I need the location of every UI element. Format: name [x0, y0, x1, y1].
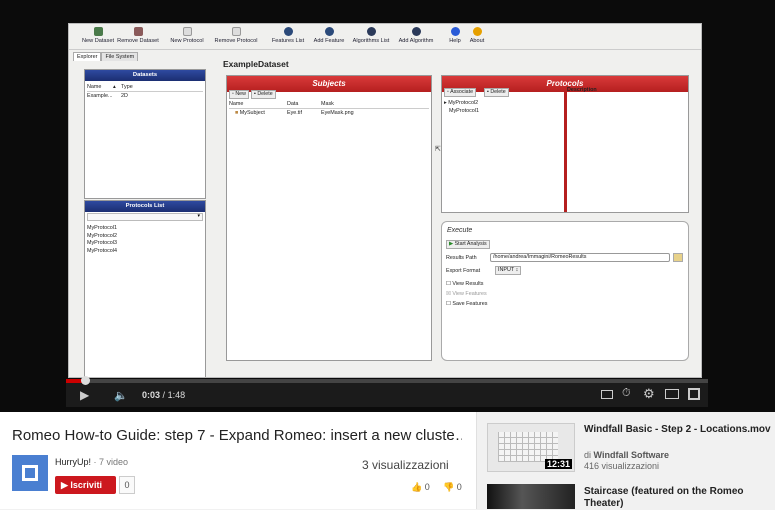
- list-item[interactable]: MyProtocol2: [87, 233, 117, 241]
- toolbar-divider: [69, 49, 701, 50]
- watch-later-icon[interactable]: ⏱: [622, 387, 631, 400]
- related-channel: di Windfall Software: [584, 450, 669, 460]
- theater-mode-icon[interactable]: [665, 389, 679, 399]
- protocols-list: MyProtocol1 MyProtocol2 MyProtocol3 MyPr…: [87, 225, 117, 255]
- view-features-checkbox[interactable]: ☒ View Features: [446, 291, 487, 297]
- delete-subject-button[interactable]: ▪ Delete: [251, 90, 276, 99]
- protocols-panel: Protocols ▫ Associate ▪ Delete ▸ MyProto…: [441, 75, 689, 213]
- results-path-input[interactable]: /home/andrea/Immagini/RomeoResults: [490, 253, 670, 262]
- folder-icon[interactable]: [673, 253, 683, 262]
- progress-bar[interactable]: [66, 379, 708, 383]
- about-button[interactable]: About: [448, 27, 506, 44]
- video-thumbnail: 12:31: [487, 423, 575, 472]
- time-display: 0:03 / 1:48: [142, 390, 186, 400]
- play-icon: ▶: [449, 241, 454, 247]
- channel-info: HurryUp! · 7 video: [55, 457, 129, 467]
- protocol-filter-select[interactable]: ▾: [87, 213, 203, 221]
- execute-title: Execute: [447, 227, 473, 234]
- view-results-checkbox[interactable]: ☐ View Results: [446, 281, 483, 287]
- new-subject-button[interactable]: ▫ New: [229, 90, 249, 99]
- associate-button[interactable]: ▫ Associate: [444, 88, 477, 97]
- video-title: Romeo How-to Guide: step 7 - Expand Rome…: [12, 427, 462, 444]
- volume-icon[interactable]: 🔈: [114, 389, 128, 402]
- sort-up-icon: ▴: [113, 84, 116, 90]
- related-views: 416 visualizzazioni: [584, 461, 660, 471]
- column-name[interactable]: Name: [87, 84, 101, 90]
- list-item[interactable]: ▸ MyProtocol2: [444, 100, 479, 108]
- tab-explorer[interactable]: Explorer: [73, 52, 102, 61]
- protocols-list-panel: Protocols List ▾ MyProtocol1 MyProtocol2…: [84, 200, 206, 377]
- subscribe-button[interactable]: ▶ Iscriviti: [55, 476, 116, 494]
- captions-icon[interactable]: [601, 390, 613, 399]
- add-algorithm-icon: [411, 27, 421, 36]
- associated-protocols-list: ▸ MyProtocol2 MyProtocol1: [444, 100, 479, 115]
- datasets-header: Datasets: [85, 70, 205, 81]
- avatar[interactable]: [12, 455, 48, 491]
- play-icon[interactable]: ▶: [80, 388, 89, 402]
- gear-icon[interactable]: ⚙: [643, 386, 655, 402]
- romeo-app-window: New Dataset Remove Dataset New Protocol …: [68, 23, 702, 378]
- remove-protocol-button[interactable]: Remove Protocol: [207, 27, 265, 44]
- export-format-label: Export Format: [446, 268, 481, 274]
- save-features-checkbox[interactable]: ☐ Save Features: [446, 301, 487, 307]
- subject-row[interactable]: ■ MySubject Eye.tif EyeMask.png: [235, 110, 429, 116]
- start-analysis-button[interactable]: ▶ Start Analysis: [446, 240, 490, 249]
- list-item[interactable]: MyProtocol1: [444, 108, 479, 116]
- subjects-panel: Subjects ▫ New ▪ Delete Name Data Mask ■…: [226, 75, 432, 361]
- column-type[interactable]: Type: [121, 84, 133, 90]
- progress-scrubber[interactable]: [81, 376, 90, 385]
- fullscreen-icon[interactable]: [688, 388, 700, 400]
- subjects-columns: Name Data Mask: [229, 101, 429, 109]
- protocols-header: Protocols: [442, 76, 688, 92]
- dislike-button[interactable]: 👎 0: [443, 482, 462, 493]
- column-data[interactable]: Data: [287, 101, 298, 107]
- protocol-add-icon: [182, 27, 192, 36]
- thumbnail-image: [498, 432, 558, 462]
- datasets-panel: Datasets Name ▴ Type Example... 2D: [84, 69, 206, 199]
- add-feature-icon: [324, 27, 334, 36]
- protocols-list-header: Protocols List: [85, 201, 205, 212]
- delete-protocol-button[interactable]: ▪ Delete: [484, 88, 509, 97]
- dataset-row[interactable]: Example... 2D: [87, 93, 203, 99]
- chevron-down-icon: ▾: [197, 213, 200, 219]
- description-label: Description: [567, 87, 597, 93]
- view-count: 3 visualizzazioni: [362, 458, 449, 472]
- list-item[interactable]: MyProtocol4: [87, 248, 117, 256]
- algorithms-list-icon: [366, 27, 376, 36]
- duration-badge: 12:31: [544, 459, 572, 469]
- results-path-label: Results Path: [446, 255, 477, 261]
- dataset-add-icon: [93, 27, 103, 36]
- protocols-splitter[interactable]: [564, 92, 567, 212]
- protocol-remove-icon: [231, 27, 241, 36]
- like-button[interactable]: 👍 0: [411, 482, 430, 493]
- channel-logo-icon: [22, 465, 38, 481]
- subject-icon: ■: [235, 110, 239, 116]
- info-icon: [472, 27, 482, 36]
- related-title: Windfall Basic - Step 2 - Locations.mov: [584, 424, 771, 435]
- export-format-select[interactable]: INPUT ↕: [495, 266, 521, 275]
- subscriber-count: 0: [119, 476, 135, 494]
- channel-name[interactable]: HurryUp!: [55, 457, 91, 467]
- dataset-title: ExampleDataset: [223, 59, 289, 69]
- thumbs-up-icon: 👍: [411, 482, 423, 492]
- related-item[interactable]: 12:31 Windfall Basic - Step 2 - Location…: [487, 423, 775, 473]
- datasets-columns: Name ▴ Type: [87, 84, 203, 92]
- tab-file-system[interactable]: File System: [101, 52, 139, 61]
- list-item[interactable]: MyProtocol3: [87, 240, 117, 248]
- explorer-tabs: Explorer File System: [73, 52, 139, 62]
- video-thumbnail: [487, 484, 575, 509]
- dataset-remove-icon: [133, 27, 143, 36]
- related-item[interactable]: Staircase (featured on the Romeo Theater…: [487, 484, 775, 509]
- execute-panel: Execute ▶ Start Analysis Results Path /h…: [441, 221, 689, 361]
- related-title: Staircase (featured on the Romeo Theater…: [584, 486, 744, 509]
- list-item[interactable]: MyProtocol1: [87, 225, 117, 233]
- column-mask[interactable]: Mask: [321, 101, 334, 107]
- features-list-icon: [283, 27, 293, 36]
- mouse-cursor-icon: ⇱: [435, 146, 441, 153]
- thumbs-down-icon: 👎: [443, 482, 455, 492]
- column-name[interactable]: Name: [229, 101, 243, 107]
